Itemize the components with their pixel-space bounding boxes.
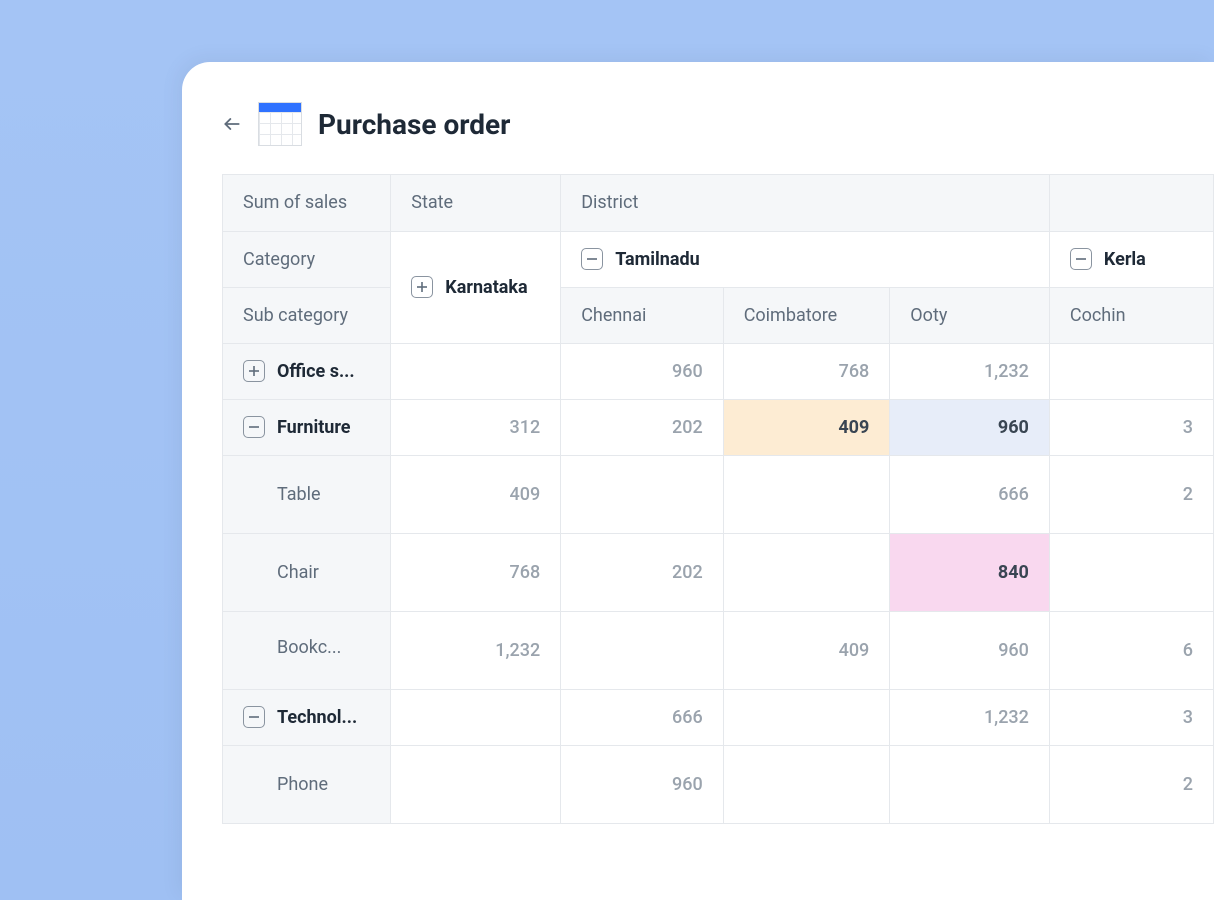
collapse-icon[interactable] bbox=[1070, 248, 1092, 270]
cell[interactable]: 1,232 bbox=[391, 611, 561, 689]
back-arrow-icon[interactable] bbox=[222, 114, 242, 134]
district-ooty[interactable]: Ooty bbox=[890, 287, 1050, 343]
col-group-karnataka[interactable]: Karnataka bbox=[391, 231, 561, 343]
col-group-label: Kerla bbox=[1104, 249, 1146, 270]
category-label: Technol... bbox=[277, 707, 357, 728]
district-chennai[interactable]: Chennai bbox=[561, 287, 724, 343]
row-axis-subcategory: Sub category bbox=[223, 287, 391, 343]
category-label: Furniture bbox=[277, 417, 351, 438]
cell[interactable]: 409 bbox=[391, 455, 561, 533]
cell[interactable]: 3 bbox=[1049, 689, 1213, 745]
cell[interactable] bbox=[391, 745, 561, 823]
cell[interactable]: 409 bbox=[723, 399, 890, 455]
cell[interactable] bbox=[723, 745, 890, 823]
cell[interactable] bbox=[723, 533, 890, 611]
pivot-table: Sum of sales State District Category Kar… bbox=[222, 174, 1214, 824]
cell[interactable]: 666 bbox=[561, 689, 724, 745]
page-title: Purchase order bbox=[318, 108, 510, 141]
cell[interactable]: 768 bbox=[391, 533, 561, 611]
cell[interactable]: 960 bbox=[890, 611, 1050, 689]
cell[interactable]: 1,232 bbox=[890, 343, 1050, 399]
col-axis-spacer bbox=[1049, 175, 1213, 231]
col-axis-district: District bbox=[561, 175, 1050, 231]
collapse-icon[interactable] bbox=[243, 416, 265, 438]
measure-label: Sum of sales bbox=[223, 175, 391, 231]
cell[interactable]: 960 bbox=[561, 745, 724, 823]
table-row: Technol... 666 1,232 3 bbox=[223, 689, 1214, 745]
table-row: Phone 960 2 bbox=[223, 745, 1214, 823]
app-header: Purchase order bbox=[182, 62, 1214, 174]
cell[interactable] bbox=[391, 689, 561, 745]
cell[interactable] bbox=[561, 455, 724, 533]
pivot-table-icon bbox=[258, 102, 302, 146]
col-axis-state: State bbox=[391, 175, 561, 231]
cell[interactable] bbox=[1049, 343, 1213, 399]
cell[interactable]: 666 bbox=[890, 455, 1050, 533]
table-row: Table 409 666 2 bbox=[223, 455, 1214, 533]
col-group-label: Karnataka bbox=[445, 277, 527, 298]
table-row: Bookc... 1,232 409 960 6 bbox=[223, 611, 1214, 689]
cell[interactable]: 312 bbox=[391, 399, 561, 455]
category-technology[interactable]: Technol... bbox=[223, 689, 391, 745]
subcategory-bookcase[interactable]: Bookc... bbox=[223, 611, 391, 689]
cell[interactable] bbox=[1049, 533, 1213, 611]
collapse-icon[interactable] bbox=[243, 706, 265, 728]
cell[interactable]: 840 bbox=[890, 533, 1050, 611]
col-group-label: Tamilnadu bbox=[615, 249, 700, 270]
category-office[interactable]: Office s... bbox=[223, 343, 391, 399]
district-cochin[interactable]: Cochin bbox=[1049, 287, 1213, 343]
subcategory-chair[interactable]: Chair bbox=[223, 533, 391, 611]
cell[interactable]: 3 bbox=[1049, 399, 1213, 455]
subcategory-table[interactable]: Table bbox=[223, 455, 391, 533]
expand-icon[interactable] bbox=[243, 360, 265, 382]
cell[interactable]: 202 bbox=[561, 399, 724, 455]
category-label: Office s... bbox=[277, 361, 355, 382]
category-furniture[interactable]: Furniture bbox=[223, 399, 391, 455]
cell[interactable]: 960 bbox=[890, 399, 1050, 455]
col-group-tamilnadu[interactable]: Tamilnadu bbox=[561, 231, 1050, 287]
app-window: Purchase order Sum of sales State Distri… bbox=[182, 62, 1214, 900]
expand-icon[interactable] bbox=[411, 276, 433, 298]
subcategory-phone[interactable]: Phone bbox=[223, 745, 391, 823]
cell[interactable]: 409 bbox=[723, 611, 890, 689]
district-coimbatore[interactable]: Coimbatore bbox=[723, 287, 890, 343]
row-axis-category: Category bbox=[223, 231, 391, 287]
collapse-icon[interactable] bbox=[581, 248, 603, 270]
cell[interactable]: 6 bbox=[1049, 611, 1213, 689]
cell[interactable]: 202 bbox=[561, 533, 724, 611]
cell[interactable] bbox=[890, 745, 1050, 823]
table-row: Furniture 312 202 409 960 3 bbox=[223, 399, 1214, 455]
cell[interactable] bbox=[391, 343, 561, 399]
cell[interactable]: 2 bbox=[1049, 455, 1213, 533]
cell[interactable]: 1,232 bbox=[890, 689, 1050, 745]
cell[interactable] bbox=[723, 455, 890, 533]
cell[interactable] bbox=[723, 689, 890, 745]
cell[interactable]: 2 bbox=[1049, 745, 1213, 823]
table-row: Office s... 960 768 1,232 bbox=[223, 343, 1214, 399]
cell[interactable]: 768 bbox=[723, 343, 890, 399]
col-group-kerla[interactable]: Kerla bbox=[1049, 231, 1213, 287]
cell[interactable] bbox=[561, 611, 724, 689]
cell[interactable]: 960 bbox=[561, 343, 724, 399]
table-row: Chair 768 202 840 bbox=[223, 533, 1214, 611]
